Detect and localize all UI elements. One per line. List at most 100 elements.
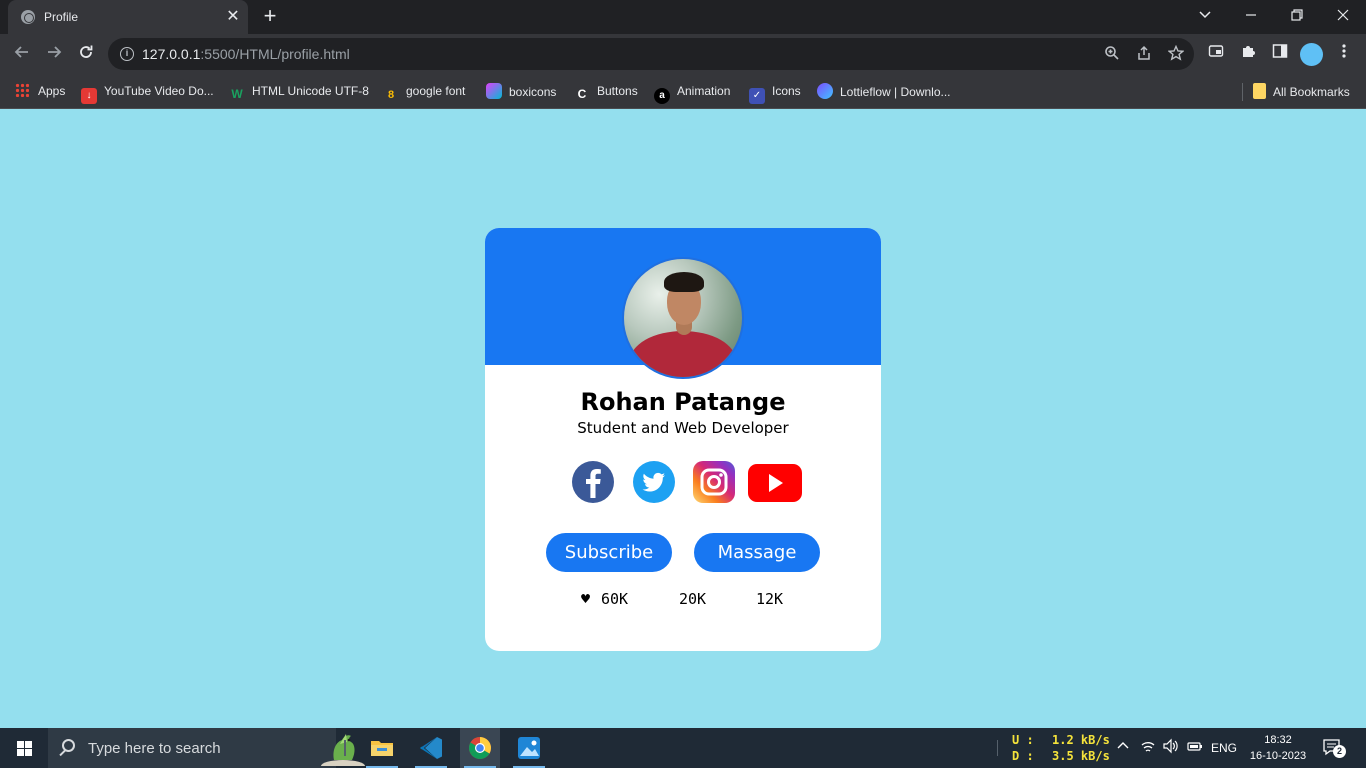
new-tab-button[interactable]: + — [259, 5, 281, 27]
profile-name: Rohan Patange — [580, 388, 786, 416]
vscode-app[interactable] — [411, 728, 451, 768]
notification-count-badge: 2 — [1333, 745, 1346, 758]
facebook-icon[interactable] — [571, 460, 615, 504]
file-explorer-app[interactable] — [362, 728, 402, 768]
upload-value: 1.2 kB/s — [1052, 733, 1110, 747]
bookmark-label: Icons — [772, 84, 801, 98]
c-icon: C — [577, 87, 587, 101]
address-bar[interactable]: i 127.0.0.1:5500/HTML/profile.html — [108, 38, 1194, 70]
profile-photo — [624, 259, 742, 377]
folder-icon — [371, 741, 393, 756]
side-panel-icon[interactable] — [1269, 43, 1291, 65]
language-indicator[interactable]: ENG — [1210, 738, 1238, 758]
social-links — [485, 460, 881, 504]
windows-logo-icon — [17, 741, 32, 756]
bookmark-icons[interactable]: ✓ Icons — [749, 83, 801, 104]
browser-toolbar: i 127.0.0.1:5500/HTML/profile.html — [0, 34, 1366, 74]
wifi-icon[interactable] — [1139, 738, 1157, 759]
taskbar-divider — [344, 740, 346, 756]
avatar — [622, 257, 744, 379]
profile-stats: ♥ 60K 20K 12K — [485, 590, 881, 610]
system-clock[interactable]: 18:32 16-10-2023 — [1244, 732, 1312, 764]
photos-app[interactable] — [509, 728, 549, 768]
bookmark-apps[interactable]: Apps — [15, 83, 65, 101]
address-host: 127.0.0.1 — [142, 46, 201, 62]
boxicons-icon — [486, 83, 502, 99]
photo-hair — [664, 272, 704, 292]
search-icon — [62, 739, 75, 752]
menu-kebab-icon[interactable] — [1333, 43, 1355, 65]
stat-count-3: 12K — [756, 590, 784, 608]
media-icon[interactable] — [1205, 43, 1227, 65]
w3-icon: W — [231, 87, 243, 101]
volume-icon[interactable] — [1161, 738, 1179, 759]
browser-tab-strip: Profile ✕ + — [0, 0, 1366, 34]
address-url[interactable]: 127.0.0.1:5500/HTML/profile.html — [142, 46, 350, 62]
bookmark-html-unicode[interactable]: W HTML Unicode UTF-8 — [229, 83, 369, 101]
bookmark-star-icon[interactable] — [1166, 44, 1186, 65]
subscribe-button[interactable]: Subscribe — [546, 533, 672, 572]
animation-icon: a — [654, 88, 670, 104]
vscode-icon — [420, 737, 442, 759]
start-button[interactable] — [0, 728, 48, 768]
close-window-button[interactable] — [1330, 4, 1356, 28]
bookmark-lottieflow[interactable]: Lottieflow | Downlo... — [817, 83, 951, 101]
show-hidden-icons-chevron-icon[interactable] — [1115, 738, 1131, 758]
chrome-app[interactable] — [460, 728, 500, 768]
net-upload-row: U : 1.2 kB/s — [1012, 732, 1110, 748]
tab-search-chevron-icon[interactable] — [1192, 4, 1218, 28]
bookmark-boxicons[interactable]: boxicons — [486, 83, 556, 101]
youtube-icon[interactable] — [747, 460, 803, 504]
bookmark-label: Buttons — [597, 84, 638, 98]
zoom-icon[interactable] — [1102, 45, 1122, 65]
bookmark-label: google font — [406, 84, 466, 98]
chrome-icon — [469, 737, 491, 759]
photo-shirt — [630, 331, 736, 377]
taskbar-search[interactable]: Type here to search — [48, 728, 365, 768]
stat-count-2: 20K — [679, 590, 707, 608]
google-fonts-icon: 8 — [387, 89, 395, 101]
restore-button[interactable] — [1284, 4, 1310, 28]
twitter-icon[interactable] — [632, 460, 676, 504]
bookmark-google-font[interactable]: 8 google font — [383, 83, 465, 101]
bookmark-label: Lottieflow | Downlo... — [840, 85, 951, 99]
bookmark-buttons[interactable]: C Buttons — [574, 83, 638, 101]
page-viewport: Rohan Patange Student and Web Developer … — [0, 109, 1366, 728]
bookmarks-bar: Apps ↓ YouTube Video Do... W HTML Unicode … — [0, 74, 1366, 109]
photos-icon — [518, 737, 540, 759]
clock-date: 16-10-2023 — [1249, 750, 1307, 762]
folder-icon — [1253, 83, 1266, 99]
apps-grid-icon — [15, 83, 29, 97]
tab-close-button[interactable]: ✕ — [224, 8, 242, 26]
forward-button[interactable] — [43, 43, 65, 65]
instagram-icon[interactable] — [692, 460, 736, 504]
all-bookmarks-label: All Bookmarks — [1273, 85, 1350, 99]
bookmark-label: boxicons — [509, 85, 557, 99]
share-icon[interactable] — [1134, 45, 1154, 65]
minimize-button[interactable] — [1238, 4, 1264, 28]
message-button[interactable]: Massage — [694, 533, 820, 572]
notification-center-button[interactable]: 2 — [1322, 738, 1346, 758]
bookmark-label: YouTube Video Do... — [104, 84, 214, 98]
extensions-puzzle-icon[interactable] — [1237, 43, 1259, 65]
all-bookmarks[interactable]: All Bookmarks — [1253, 83, 1350, 101]
globe-icon — [21, 10, 35, 24]
site-info-icon[interactable]: i — [120, 47, 134, 61]
bookmark-youtube-video-downloader[interactable]: ↓ YouTube Video Do... — [81, 83, 214, 104]
download-label: D : — [1012, 749, 1034, 763]
tab-profile[interactable]: Profile ✕ — [8, 0, 248, 34]
clock-time: 18:32 — [1264, 734, 1292, 746]
reload-button[interactable] — [75, 43, 97, 65]
address-path: :5500/HTML/profile.html — [200, 46, 350, 62]
download-icon: ↓ — [81, 88, 97, 104]
bookmark-label: Animation — [677, 84, 731, 98]
tray-divider — [997, 740, 999, 756]
back-button[interactable] — [11, 43, 33, 65]
network-speed-meter: U : 1.2 kB/s D : 3.5 kB/s — [1012, 732, 1110, 764]
likes-count: 60K — [601, 590, 629, 608]
download-value: 3.5 kB/s — [1052, 749, 1110, 763]
profile-avatar[interactable] — [1300, 43, 1323, 66]
battery-icon[interactable] — [1185, 738, 1205, 759]
tab-title: Profile — [44, 10, 79, 24]
bookmark-animation[interactable]: a Animation — [654, 83, 731, 104]
